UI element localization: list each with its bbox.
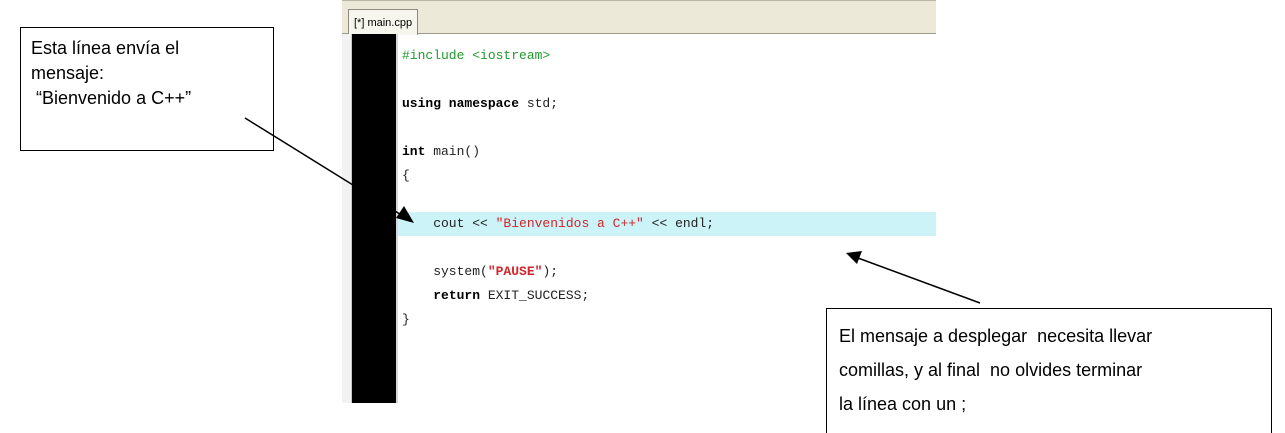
code-token: ); (542, 264, 559, 279)
callout-left-line: Esta línea envía el (31, 38, 180, 58)
tab-main-cpp[interactable]: [*] main.cpp (348, 9, 419, 35)
highlighted-code-line[interactable]: cout << "Bienvenidos a C++" << endl; (398, 212, 936, 236)
tab-bar: [*] main.cpp (342, 0, 936, 35)
code-line[interactable] (398, 236, 936, 260)
code-line[interactable]: { (398, 164, 936, 188)
code-token: "Bienvenidos a C++" (495, 216, 644, 231)
code-token: "PAUSE" (487, 264, 543, 279)
code-token: std; (519, 96, 559, 111)
code-token: system( (402, 264, 488, 279)
callout-right-line: El mensaje a desplegar necesita llevar (839, 326, 1153, 346)
code-line[interactable]: int main() (398, 140, 936, 164)
code-line[interactable] (398, 68, 936, 92)
editor-left-border (342, 34, 352, 403)
code-token: } (402, 312, 410, 327)
code-line[interactable]: using namespace std; (398, 92, 936, 116)
callout-right-line: comillas, y al final no olvides terminar (839, 360, 1143, 380)
code-line[interactable]: #include <iostream> (398, 44, 936, 68)
code-token: main() (425, 144, 481, 159)
code-token: { (402, 168, 410, 183)
code-token: int (402, 144, 426, 159)
callout-left-line: mensaje: (31, 63, 105, 83)
code-line[interactable]: system("PAUSE"); (398, 260, 936, 284)
code-line[interactable] (398, 188, 936, 212)
callout-right-note: El mensaje a desplegar necesita llevar c… (826, 308, 1272, 433)
code-token: cout << (402, 216, 496, 231)
callout-left-line: “Bienvenido a C++” (31, 88, 192, 108)
code-token: using namespace (402, 96, 520, 111)
code-token: EXIT_SUCCESS; (480, 288, 590, 303)
callout-left-note: Esta línea envía el mensaje: “Bienvenido… (20, 27, 274, 151)
code-token: return (433, 288, 481, 303)
code-token: << endl; (643, 216, 715, 231)
callout-right-line: la línea con un ; (839, 394, 967, 414)
code-line[interactable] (398, 116, 936, 140)
code-line[interactable]: return EXIT_SUCCESS; (398, 284, 936, 308)
code-token: #include <iostream> (402, 48, 551, 63)
line-gutter (352, 34, 396, 403)
